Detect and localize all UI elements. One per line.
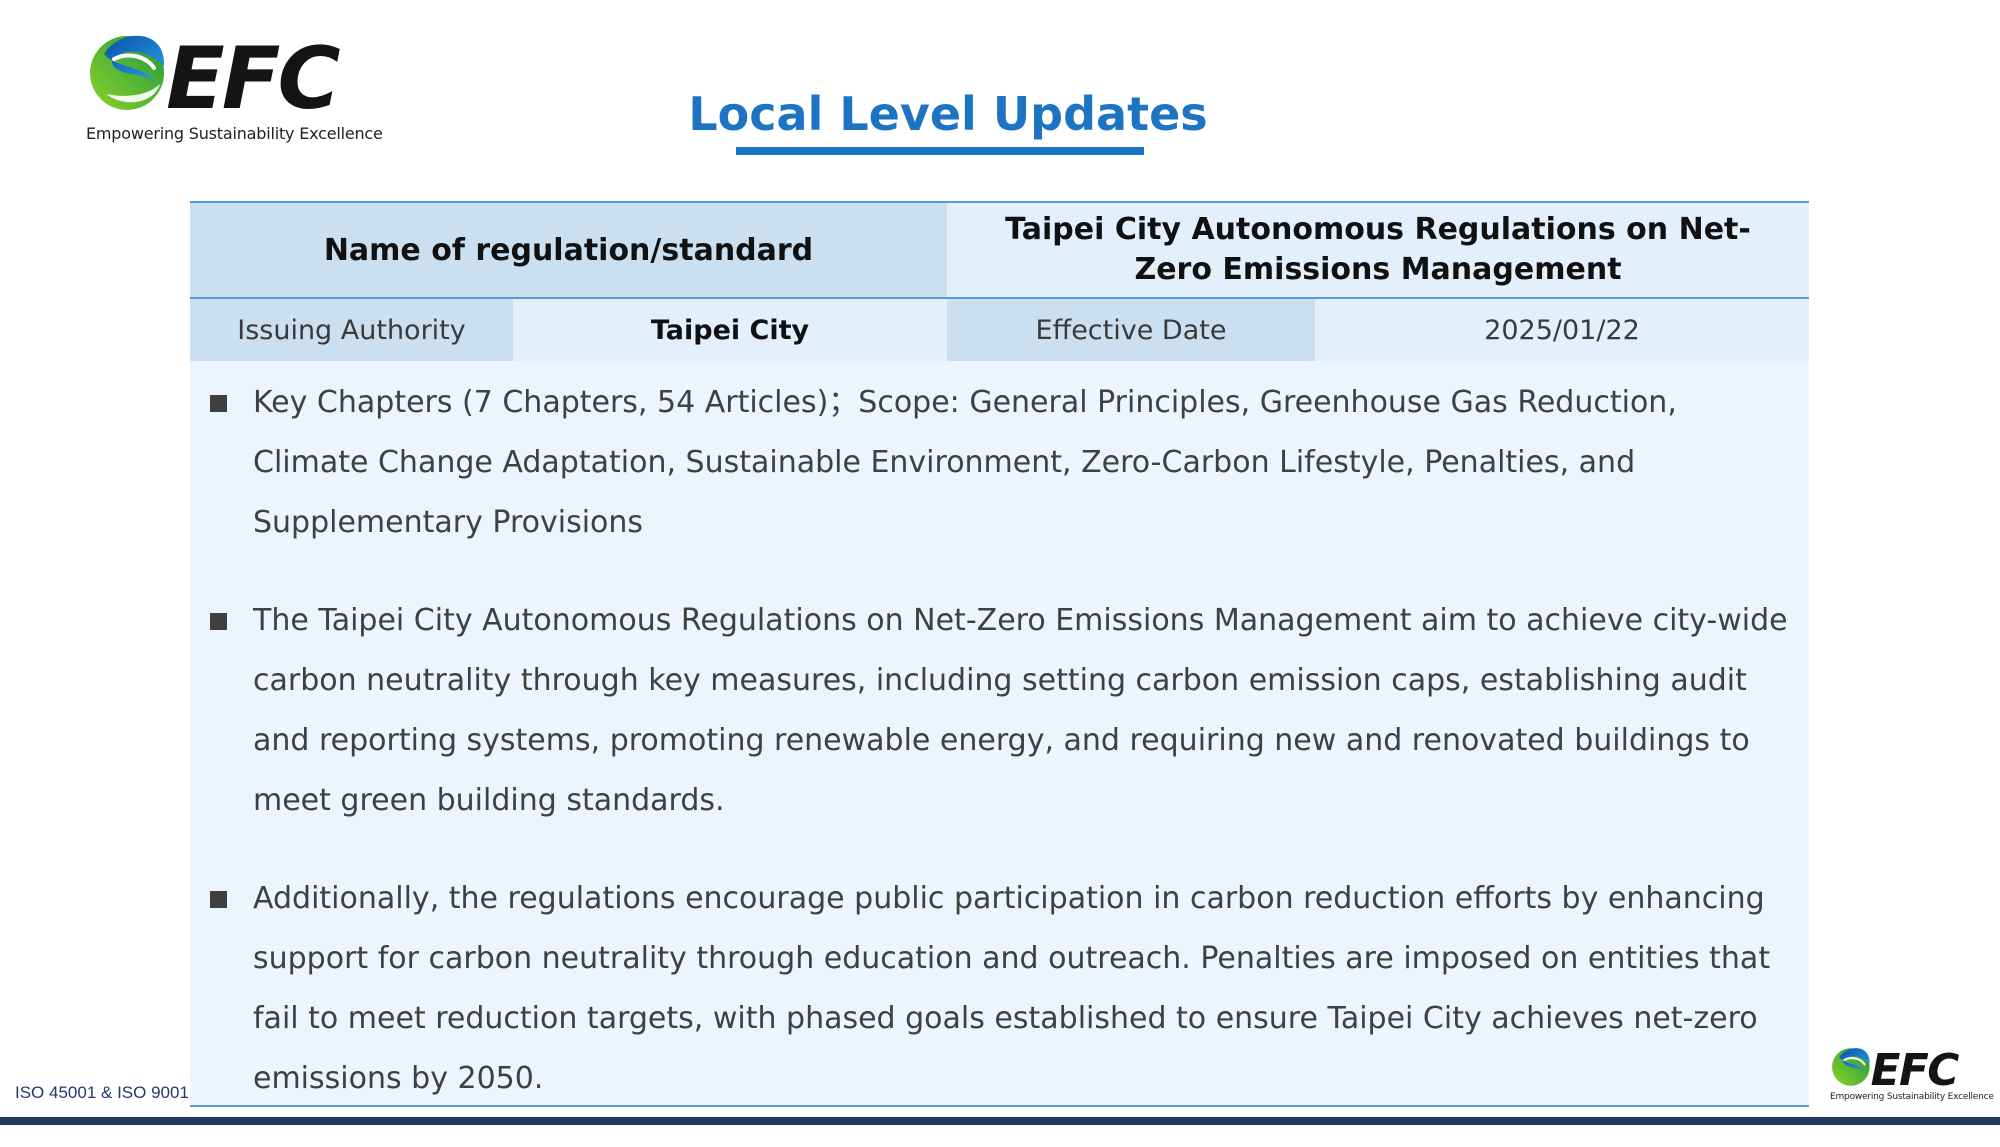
regulation-name-value: Taipei City Autonomous Regulations on Ne… (947, 203, 1809, 297)
regulation-panel: Name of regulation/standard Taipei City … (190, 201, 1809, 1107)
regulation-bullets: Key Chapters (7 Chapters, 54 Articles)；S… (190, 373, 1809, 1147)
effective-date-value: 2025/01/22 (1315, 299, 1809, 361)
bullet-text: The Taipei City Autonomous Regulations o… (253, 603, 1788, 818)
logo-tagline: Empowering Sustainability Excellence (86, 124, 383, 143)
efc-logo-small-icon: EFC (1832, 1045, 1961, 1093)
effective-date-label: Effective Date (947, 299, 1315, 361)
efc-logo-icon: EFC (90, 29, 343, 124)
bullet-square-icon (210, 891, 227, 908)
bullet-square-icon (210, 395, 227, 412)
regulation-name-row: Name of regulation/standard Taipei City … (190, 203, 1809, 299)
company-logo: EFC Empowering Sustainability Excellence (84, 24, 389, 150)
title-underline (736, 147, 1144, 155)
bullet-item: Additionally, the regulations encourage … (190, 869, 1809, 1109)
regulation-name-label: Name of regulation/standard (190, 203, 947, 297)
bullet-item: Key Chapters (7 Chapters, 54 Articles)；S… (190, 373, 1809, 553)
bullet-text: Key Chapters (7 Chapters, 54 Articles)；S… (253, 385, 1677, 540)
issuing-authority-label: Issuing Authority (190, 299, 513, 361)
svg-text:EFC: EFC (166, 29, 340, 124)
regulation-details-row: Issuing Authority Taipei City Effective … (190, 299, 1809, 361)
issuing-authority-value: Taipei City (513, 299, 947, 361)
iso-certification-text: ISO 45001 & ISO 9001 (15, 1083, 189, 1102)
footer-logo: EFC Empowering Sustainability Excellence (1829, 1042, 1994, 1107)
page-title: Local Level Updates (688, 87, 1208, 141)
bullet-item: The Taipei City Autonomous Regulations o… (190, 591, 1809, 831)
svg-text:EFC: EFC (1871, 1045, 1960, 1093)
logo-tagline-small: Empowering Sustainability Excellence (1830, 1092, 1994, 1102)
footer-bar (0, 1117, 2000, 1125)
bullet-text: Additionally, the regulations encourage … (253, 881, 1771, 1096)
bullet-square-icon (210, 613, 227, 630)
